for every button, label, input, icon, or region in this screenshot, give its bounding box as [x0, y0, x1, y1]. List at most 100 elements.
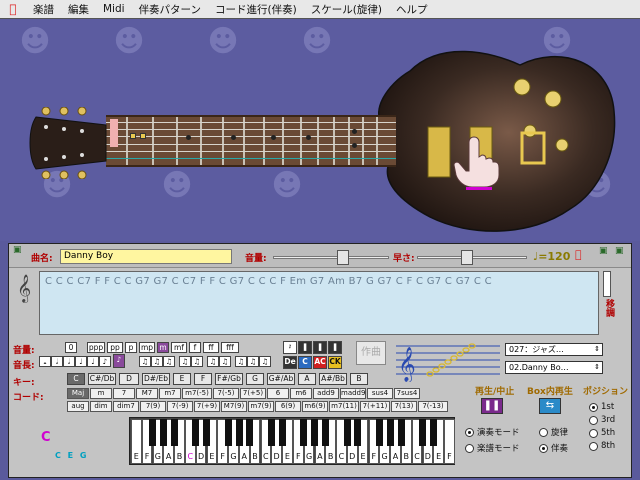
repeat-bar-icon[interactable]: ❚ [328, 341, 342, 354]
dynamics-p-button[interactable]: p [125, 342, 137, 353]
duration-beam5-icon[interactable]: ♫ [235, 356, 247, 367]
menu-edit[interactable]: 編集 [61, 2, 96, 17]
ck-button[interactable]: CK [328, 356, 342, 369]
duration-whole-note-icon[interactable]: 𝅝 [39, 356, 51, 367]
dynamics-m-button[interactable]: m [157, 342, 169, 353]
dynamics-fff-button[interactable]: fff [221, 342, 239, 353]
position-8th-radio[interactable]: 8th [589, 441, 615, 451]
piano-black-key[interactable] [235, 419, 243, 446]
menu-chord-progression[interactable]: コード進行(伴奏) [208, 2, 304, 17]
compose-button[interactable]: 作曲 [356, 341, 386, 365]
chord-m6-button[interactable]: m6 [290, 388, 312, 399]
piano-black-key[interactable] [386, 419, 394, 446]
pause-button[interactable]: ❚❚ [481, 398, 503, 414]
zoom-box-icon[interactable]: ▣ [599, 246, 608, 256]
chord-area-scrollbar[interactable] [603, 271, 611, 297]
key-Csharp-Db-button[interactable]: C#/Db [88, 373, 116, 385]
piano-black-key[interactable] [170, 419, 178, 446]
duration-dotted-quarter-icon[interactable]: ♩ [87, 356, 99, 367]
duration-beam3-icon[interactable]: ♫ [207, 356, 219, 367]
key-C-button[interactable]: C [67, 373, 85, 385]
dynamics-ff-button[interactable]: ff [203, 342, 219, 353]
piano-black-key[interactable] [321, 419, 329, 446]
transpose-button[interactable]: 移調 [603, 299, 616, 317]
key-F-button[interactable]: F [194, 373, 212, 385]
speed-thumb[interactable] [461, 250, 474, 265]
chord-m79-button[interactable]: m7(9) [248, 401, 274, 412]
volume-thumb[interactable] [337, 250, 350, 265]
chord-m69-button[interactable]: m6(9) [302, 401, 328, 412]
perform-mode-radio[interactable]: 演奏モード [465, 426, 520, 438]
duration-sixteenth-icon[interactable]: ♫ [139, 356, 151, 367]
chord-7-button[interactable]: 7 [113, 388, 135, 399]
chord-6-button[interactable]: 6 [267, 388, 289, 399]
piano-black-key[interactable] [300, 419, 308, 446]
key-Dsharp-Eb-button[interactable]: D#/Eb [142, 373, 170, 385]
chord-713-button[interactable]: 7(-13) [418, 401, 448, 412]
piano-black-key[interactable] [159, 419, 167, 446]
piano-white-key[interactable]: F [444, 419, 455, 464]
position-5th-radio[interactable]: 5th [589, 428, 615, 438]
chord-m711-button[interactable]: m7(11) [329, 401, 359, 412]
c-button[interactable]: C [298, 356, 312, 369]
position-1st-radio[interactable]: 1st [589, 402, 614, 412]
dynamics-0-button[interactable]: 0 [65, 342, 77, 353]
song-select[interactable]: 02.Danny Bo… ⇕ [505, 361, 603, 374]
chord-dim-button[interactable]: dim [90, 401, 112, 412]
chord-add9-button[interactable]: add9 [313, 388, 339, 399]
chord-m7-button[interactable]: m7 [159, 388, 181, 399]
duration-beam4-icon[interactable]: ♫ [219, 356, 231, 367]
key-B-button[interactable]: B [350, 373, 368, 385]
loop-play-button[interactable]: ⇆ [539, 398, 561, 414]
key-Asharp-Bb-button[interactable]: A#/Bb [319, 373, 347, 385]
apple-icon[interactable]:  [0, 2, 26, 16]
duration-half-note-icon[interactable]: 𝅗𝅥 [51, 356, 63, 367]
chord-75-button[interactable]: 7(+5) [240, 388, 266, 399]
chord-7sus4-button[interactable]: 7sus4 [394, 388, 420, 399]
piano-black-key[interactable] [267, 419, 275, 446]
chord-Maj-button[interactable]: Maj [67, 388, 89, 399]
score-mode-radio[interactable]: 楽譜モード [465, 442, 520, 454]
piano-black-key[interactable] [192, 419, 200, 446]
key-Gsharp-Ab-button[interactable]: G#/Ab [267, 373, 295, 385]
menu-help[interactable]: ヘルプ [389, 2, 435, 17]
melody-radio[interactable]: 旋律 [539, 426, 568, 438]
chord-sus4-button[interactable]: sus4 [367, 388, 393, 399]
piano-white-key[interactable]: E [131, 419, 142, 464]
duration-dotted-sixteenth-icon[interactable]: ♫ [151, 356, 163, 367]
piano-black-key[interactable] [224, 419, 232, 446]
piano-black-key[interactable] [429, 419, 437, 446]
duration-beam6-icon[interactable]: ♫ [247, 356, 259, 367]
volume-slider[interactable] [273, 250, 389, 265]
key-E-button[interactable]: E [173, 373, 191, 385]
guitar-fretboard[interactable] [106, 115, 396, 167]
key-A-button[interactable]: A [298, 373, 316, 385]
chord-69-button[interactable]: 6(9) [275, 401, 301, 412]
chord-progression-area[interactable]: C C C C7 F F C C G7 G7 C C7 F F C G7 C C… [39, 271, 599, 335]
speed-slider[interactable] [417, 250, 527, 265]
key-D-button[interactable]: D [119, 373, 139, 385]
dynamics-mf-button[interactable]: mf [171, 342, 187, 353]
duration-quarter-note-icon[interactable]: ♩ [75, 356, 87, 367]
duration-beam7-icon[interactable]: ♫ [259, 356, 271, 367]
dynamics-ppp-button[interactable]: ppp [87, 342, 105, 353]
ac-button[interactable]: AC [313, 356, 327, 369]
chord-75-button[interactable]: 7(-5) [213, 388, 239, 399]
dynamics-pp-button[interactable]: pp [107, 342, 123, 353]
duration-beam-icon[interactable]: ♫ [179, 356, 191, 367]
chord-M79-button[interactable]: M7(9) [221, 401, 247, 412]
duration-selected-note-icon[interactable]: ♪ [113, 354, 125, 368]
panel-close-icon[interactable]: ▣ [13, 245, 22, 255]
chord-M7-button[interactable]: M7 [136, 388, 158, 399]
chord-79-button[interactable]: 7(9) [140, 401, 166, 412]
chord-79-button[interactable]: 7(-9) [167, 401, 193, 412]
dynamics-mp-button[interactable]: mp [139, 342, 155, 353]
piano-black-key[interactable] [354, 419, 362, 446]
chord-aug-button[interactable]: aug [67, 401, 89, 412]
piano-black-key[interactable] [419, 419, 427, 446]
position-3rd-radio[interactable]: 3rd [589, 415, 615, 425]
chord-m75-button[interactable]: m7(-5) [182, 388, 212, 399]
accompaniment-radio[interactable]: 伴奏 [539, 442, 568, 454]
de-button[interactable]: De [283, 356, 297, 369]
piano-black-key[interactable] [149, 419, 157, 446]
